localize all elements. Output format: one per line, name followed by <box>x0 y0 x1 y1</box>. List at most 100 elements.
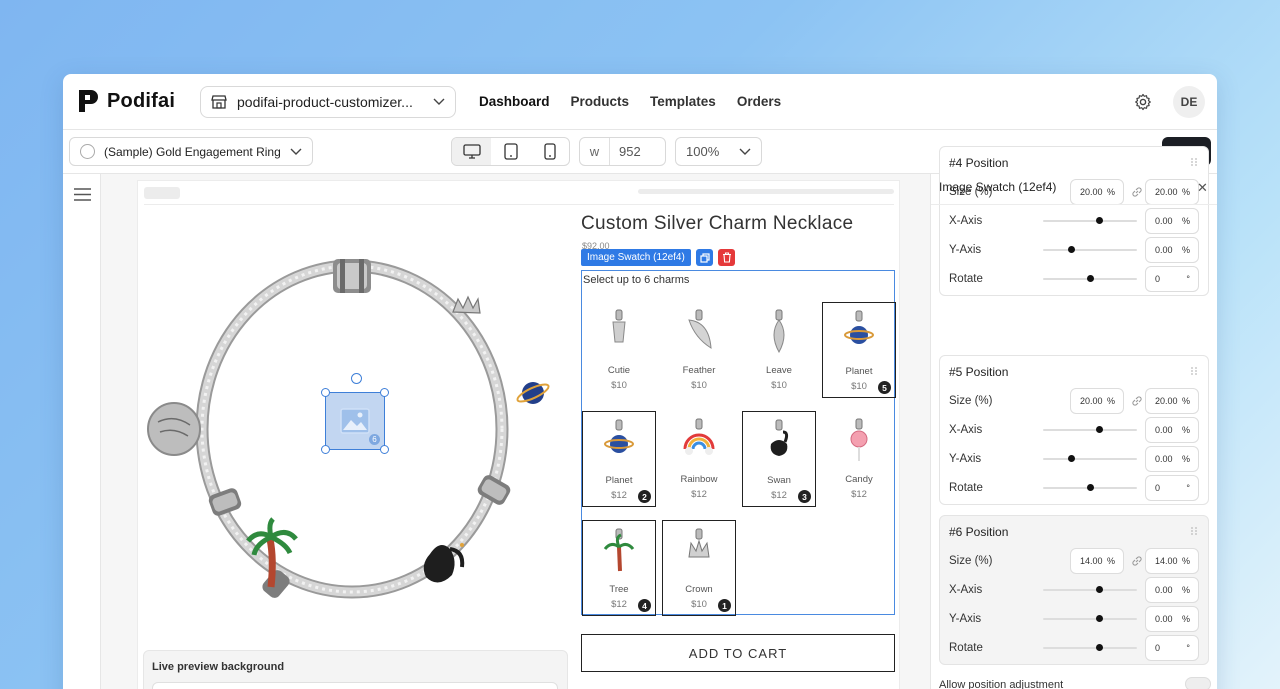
resize-handle[interactable] <box>321 445 330 454</box>
menu-icon[interactable] <box>74 188 91 201</box>
product-selector[interactable]: (Sample) Gold Engagement Ring <box>69 137 313 166</box>
slider-knob[interactable] <box>1087 484 1094 491</box>
close-icon[interactable]: ✕ <box>1197 180 1208 196</box>
resize-handle[interactable] <box>321 388 330 397</box>
properties-panel: Image Swatch (12ef4) ✕ #4 Position Size … <box>930 146 1217 689</box>
add-to-cart-button[interactable]: ADD TO CART <box>581 634 895 672</box>
y-axis-input[interactable]: 0.00% <box>1145 446 1199 472</box>
x-axis-label: X-Axis <box>949 215 983 227</box>
delete-button[interactable] <box>718 249 735 266</box>
y-axis-value: 0.00 <box>1155 614 1173 624</box>
size-width-input[interactable]: 20.00% <box>1070 388 1124 414</box>
rotate-slider[interactable] <box>1043 484 1137 491</box>
drag-handle-icon[interactable] <box>1191 367 1197 375</box>
zoom-selector[interactable]: 100% <box>675 137 762 166</box>
user-avatar[interactable]: DE <box>1173 86 1205 118</box>
rotate-slider[interactable] <box>1043 275 1137 282</box>
desktop-view-button[interactable] <box>452 138 491 165</box>
swatch-option[interactable]: Rainbow $12 <box>662 411 736 507</box>
slider-knob[interactable] <box>1096 426 1104 433</box>
width-input[interactable]: w 952 <box>579 137 666 166</box>
swatch-option[interactable]: Candy $12 <box>822 411 896 507</box>
copy-icon <box>699 252 710 263</box>
resize-handle[interactable] <box>380 388 389 397</box>
mobile-view-button[interactable] <box>530 138 569 165</box>
drag-handle-icon[interactable] <box>1191 158 1197 166</box>
allow-position-toggle[interactable] <box>1185 677 1211 689</box>
y-axis-input[interactable]: 0.00% <box>1145 237 1199 263</box>
brand-name: Podifai <box>107 89 176 112</box>
mobile-icon <box>543 143 556 160</box>
duplicate-button[interactable] <box>696 249 713 266</box>
leave-charm-icon <box>759 308 799 358</box>
swatch-option[interactable]: Leave $10 <box>742 302 816 398</box>
live-preview-background-panel: Live preview background <box>143 650 568 689</box>
slider-knob[interactable] <box>1096 586 1104 593</box>
size-height-input[interactable]: 20.00% <box>1145 388 1199 414</box>
y-axis-row: Y-Axis 0.00% <box>949 446 1204 472</box>
swatch-option[interactable]: Planet $10 5 <box>822 302 896 398</box>
rotate-input[interactable]: 0 ° <box>1145 475 1199 501</box>
bg-panel-field[interactable] <box>152 682 558 689</box>
store-icon <box>211 95 227 109</box>
slider-knob[interactable] <box>1096 217 1104 224</box>
gear-icon[interactable] <box>1134 93 1152 111</box>
image-swatch-block[interactable]: Select up to 6 charms Cutie $10 Feather $10… <box>581 270 896 616</box>
nav-dashboard[interactable]: Dashboard <box>479 94 550 109</box>
resize-handle[interactable] <box>380 445 389 454</box>
selection-label[interactable]: Image Swatch (12ef4) <box>581 249 691 266</box>
y-axis-label: Y-Axis <box>949 453 982 465</box>
size-label: Size (%) <box>949 555 993 567</box>
nav-templates[interactable]: Templates <box>650 94 716 109</box>
y-axis-slider[interactable] <box>1043 615 1137 622</box>
swatch-option[interactable]: Planet $12 2 <box>582 411 656 507</box>
rotate-slider[interactable] <box>1043 644 1137 651</box>
width-value[interactable]: 952 <box>610 144 641 159</box>
brand-logo[interactable]: Podifai <box>77 88 175 114</box>
nav-orders[interactable]: Orders <box>737 94 781 109</box>
y-axis-input[interactable]: 0.00% <box>1145 606 1199 632</box>
size-width-input[interactable]: 14.00% <box>1070 548 1124 574</box>
chevron-down-icon <box>739 148 751 155</box>
link-icon[interactable] <box>1131 186 1143 198</box>
app-window: Podifai podifai-product-customizer... Da… <box>63 74 1217 689</box>
tree-charm-icon <box>599 527 639 577</box>
size-width-input[interactable]: 20.00% <box>1070 179 1124 205</box>
image-placeholder-element[interactable]: 6 <box>321 373 389 454</box>
swatch-option[interactable]: Swan $12 3 <box>742 411 816 507</box>
size-height-input[interactable]: 14.00% <box>1145 548 1199 574</box>
y-axis-slider[interactable] <box>1043 246 1137 253</box>
x-axis-input[interactable]: 0.00% <box>1145 577 1199 603</box>
y-axis-slider[interactable] <box>1043 455 1137 462</box>
size-height-input[interactable]: 20.00% <box>1145 179 1199 205</box>
slider-knob[interactable] <box>1087 275 1094 282</box>
slider-knob[interactable] <box>1068 455 1076 462</box>
swatch-option[interactable]: Tree $12 4 <box>582 520 656 616</box>
swatch-option[interactable]: Crown $10 1 <box>662 520 736 616</box>
link-icon[interactable] <box>1131 555 1143 567</box>
nav-products[interactable]: Products <box>571 94 630 109</box>
swatch-price: $12 <box>691 489 707 500</box>
slider-knob[interactable] <box>1068 246 1076 253</box>
x-axis-slider[interactable] <box>1043 586 1137 593</box>
x-axis-slider[interactable] <box>1043 217 1137 224</box>
store-selector[interactable]: podifai-product-customizer... <box>200 86 456 118</box>
slider-knob[interactable] <box>1096 644 1104 651</box>
y-axis-row: Y-Axis 0.00% <box>949 237 1204 263</box>
swatch-option[interactable]: Cutie $10 <box>582 302 656 398</box>
x-axis-slider[interactable] <box>1043 426 1137 433</box>
size-width-value: 20.00 <box>1080 396 1103 406</box>
link-icon[interactable] <box>1131 395 1143 407</box>
slider-knob[interactable] <box>1096 615 1104 622</box>
rotate-input[interactable]: 0 ° <box>1145 266 1199 292</box>
x-axis-input[interactable]: 0.00% <box>1145 417 1199 443</box>
rotate-handle[interactable] <box>351 373 362 384</box>
swatch-name: Planet <box>605 475 633 486</box>
drag-handle-icon[interactable] <box>1191 527 1197 535</box>
rotate-input[interactable]: 0 ° <box>1145 635 1199 661</box>
size-row: Size (%) 14.00% 14.00% <box>949 548 1204 574</box>
y-axis-row: Y-Axis 0.00% <box>949 606 1204 632</box>
swatch-option[interactable]: Feather $10 <box>662 302 736 398</box>
tablet-view-button[interactable] <box>491 138 530 165</box>
x-axis-input[interactable]: 0.00% <box>1145 208 1199 234</box>
